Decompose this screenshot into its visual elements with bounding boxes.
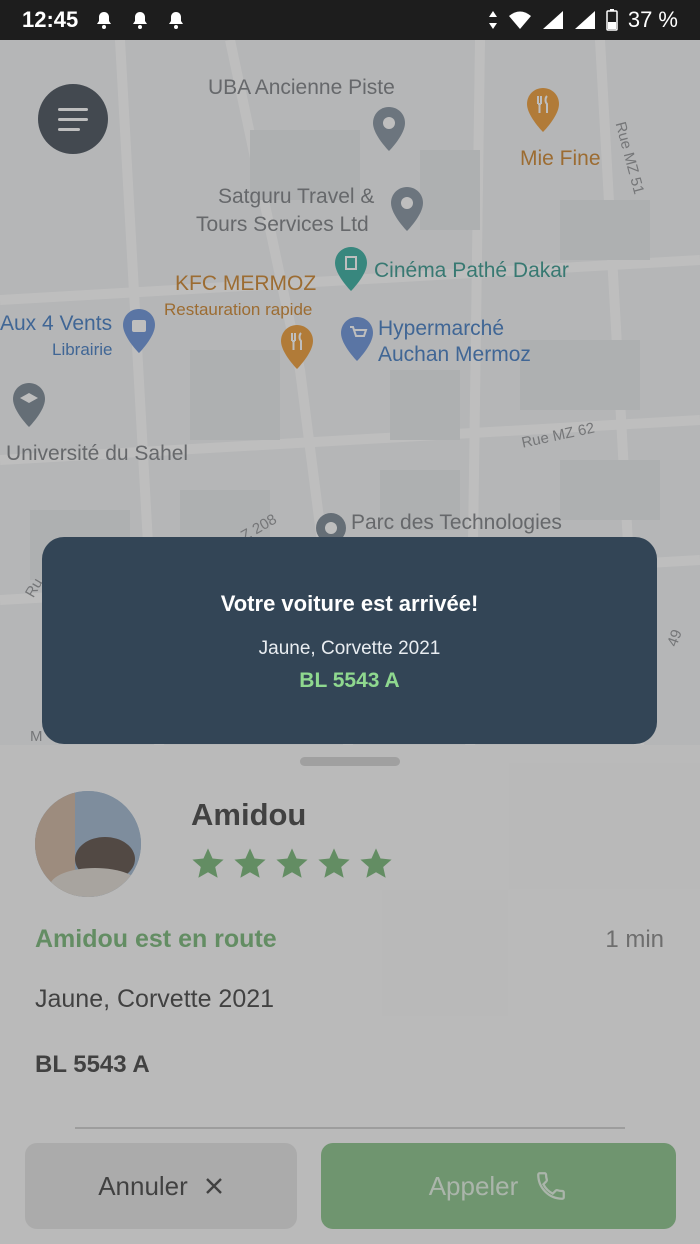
signal-icon [574, 11, 595, 29]
bell-icon [133, 12, 148, 29]
dialog-title: Votre voiture est arrivée! [220, 591, 479, 616]
battery-level: 37 % [627, 7, 678, 32]
wifi-icon [508, 11, 531, 29]
clock: 12:45 [22, 7, 79, 32]
bell-icon [97, 12, 112, 29]
dialog-license-plate: BL 5543 A [299, 669, 400, 692]
arrival-dialog: Votre voiture est arrivée! Jaune, Corvet… [42, 537, 657, 744]
signal-icon [542, 11, 563, 29]
data-arrows-icon [488, 11, 497, 29]
battery-icon [606, 9, 618, 31]
bell-icon [169, 12, 184, 29]
status-bar: 12:45 37 % [0, 0, 700, 40]
dialog-car-description: Jaune, Corvette 2021 [258, 638, 441, 659]
